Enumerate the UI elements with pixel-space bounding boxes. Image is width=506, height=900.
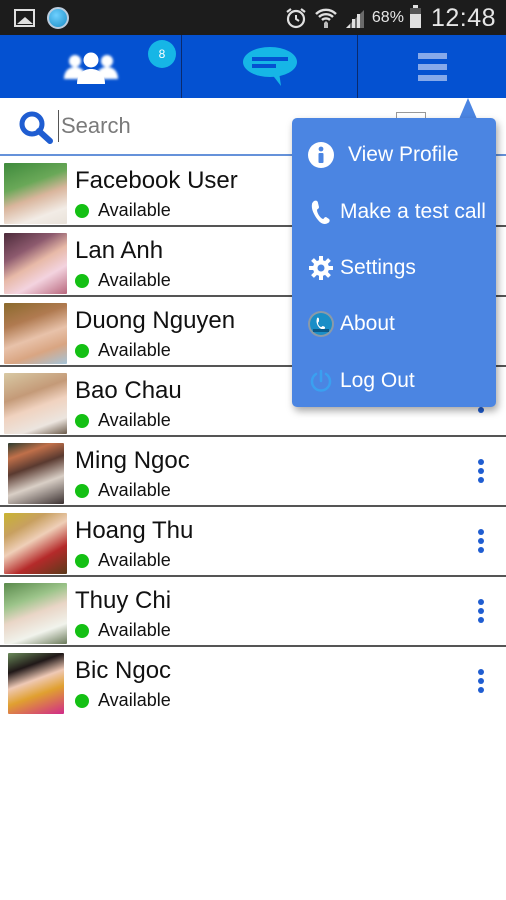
avatar: [8, 443, 64, 504]
contact-status: Available: [75, 410, 171, 431]
gear-icon: [302, 255, 340, 281]
avatar: [4, 373, 67, 434]
gallery-icon: [14, 9, 35, 27]
search-icon: [19, 111, 53, 144]
available-dot-icon: [75, 483, 89, 498]
avatar: [8, 653, 64, 714]
tab-menu[interactable]: [358, 35, 506, 98]
signal-icon: [345, 10, 364, 28]
available-dot-icon: [75, 343, 89, 358]
wifi-icon: [315, 8, 337, 28]
alarm-icon: [286, 8, 306, 29]
avatar: [4, 233, 67, 294]
avatar: [4, 513, 67, 574]
menu-item-view-profile[interactable]: View Profile: [292, 127, 496, 183]
overflow-menu-icon[interactable]: [478, 529, 484, 553]
contact-status: Available: [75, 690, 171, 711]
menu-item-log-out[interactable]: Log Out: [292, 353, 496, 409]
contact-row[interactable]: Thuy Chi Available: [0, 577, 506, 647]
clock: 12:48: [430, 3, 496, 32]
contact-name: Bao Chau: [75, 377, 182, 404]
contact-status: Available: [75, 270, 171, 291]
available-dot-icon: [75, 623, 89, 638]
available-dot-icon: [75, 273, 89, 288]
menu-item-test-call[interactable]: Make a test call: [292, 184, 496, 240]
contact-name: Ming Ngoc: [75, 447, 190, 474]
power-icon: [302, 368, 340, 394]
tab-bar: 8: [0, 35, 506, 98]
battery-percent: 68%: [371, 9, 404, 26]
overflow-menu-icon[interactable]: [478, 669, 484, 693]
popup-arrow: [459, 98, 477, 119]
tab-messages[interactable]: [182, 35, 358, 98]
info-icon: [302, 142, 340, 168]
overflow-menu-icon[interactable]: [478, 459, 484, 483]
contact-status: Available: [75, 620, 171, 641]
contact-row[interactable]: Bic Ngoc Available: [0, 647, 506, 717]
contact-row[interactable]: Ming Ngoc Available: [0, 437, 506, 507]
contact-status: Available: [75, 200, 171, 221]
available-dot-icon: [75, 553, 89, 568]
contact-row[interactable]: Hoang Thu Available: [0, 507, 506, 577]
available-dot-icon: [75, 693, 89, 708]
phone-icon: [302, 199, 340, 225]
overflow-menu-icon[interactable]: [478, 599, 484, 623]
tab-contacts[interactable]: 8: [0, 35, 182, 98]
contact-name: Hoang Thu: [75, 517, 194, 544]
contact-status: Available: [75, 480, 171, 501]
contact-name: Thuy Chi: [75, 587, 172, 614]
menu-item-settings[interactable]: Settings: [292, 240, 496, 296]
avatar: [4, 583, 67, 644]
hamburger-menu-icon: [417, 52, 447, 81]
contact-name: Bic Ngoc: [75, 657, 172, 684]
contact-name: Lan Anh: [75, 237, 164, 264]
contacts-icon: [63, 52, 118, 84]
avatar: [4, 303, 67, 364]
chat-bubble-icon: [242, 46, 297, 86]
available-dot-icon: [75, 203, 89, 218]
contact-name: Facebook User: [75, 167, 238, 194]
app-notification-icon: [47, 7, 69, 29]
contacts-badge: 8: [148, 40, 176, 68]
contact-status: Available: [75, 550, 171, 571]
contact-status: Available: [75, 340, 171, 361]
battery-icon: [409, 5, 421, 28]
contact-name: Duong Nguyen: [75, 307, 236, 334]
overflow-popup-menu: View Profile Make a test call Settings A…: [292, 118, 496, 407]
avatar: [4, 163, 67, 224]
menu-item-about[interactable]: About: [292, 296, 496, 352]
app-logo-icon: [302, 310, 340, 338]
status-bar: 68% 12:48: [0, 0, 506, 35]
available-dot-icon: [75, 413, 89, 428]
